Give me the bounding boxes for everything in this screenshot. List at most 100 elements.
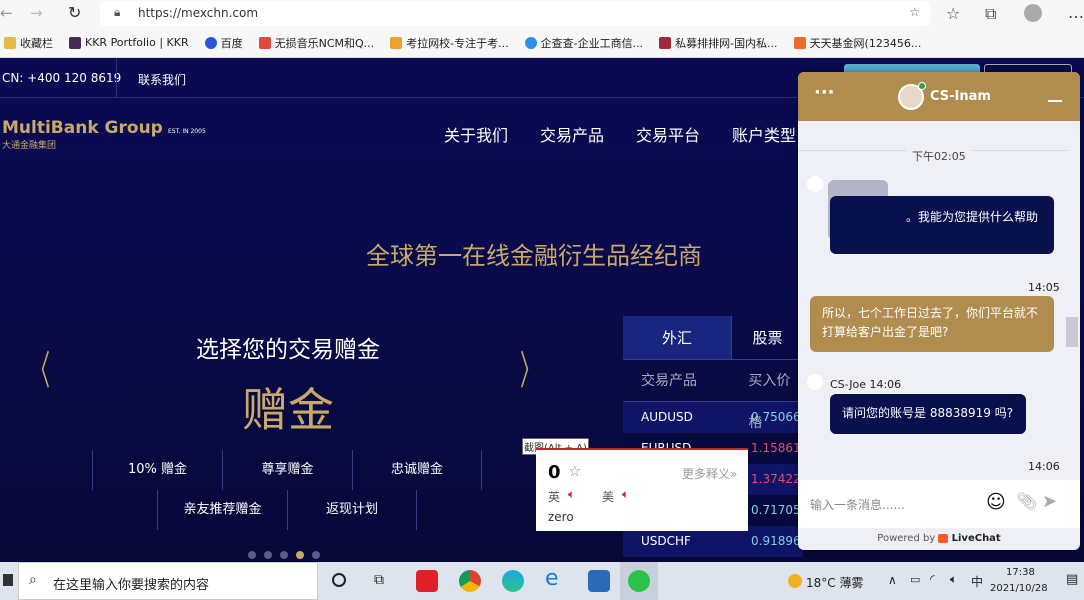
more-icon[interactable]: … [1068, 3, 1084, 22]
search-placeholder: 在这里输入你要搜索的内容 [53, 578, 210, 593]
menu-dots-icon[interactable]: ··· [814, 82, 835, 103]
option-premium[interactable]: 尊享赠金 [222, 450, 352, 490]
folder-icon [4, 36, 16, 49]
cortana-icon[interactable] [332, 573, 346, 587]
chrome-icon[interactable] [459, 570, 481, 592]
network-icon[interactable]: ▭ [910, 573, 920, 586]
speaker-us-icon[interactable]: 🔈︎ [622, 487, 629, 502]
nav-accounts[interactable]: 账户类型 [732, 126, 796, 145]
wechat-active[interactable] [620, 562, 658, 600]
slide-dot-active[interactable] [296, 551, 304, 559]
clock-date[interactable]: 2021/10/28 [990, 583, 1048, 594]
dictionary-popup: 0 ☆ 更多释义» 英 🔈︎ 美 🔈︎ zero [536, 448, 748, 531]
taskbar-search[interactable]: ⌕ 在这里输入你要搜索的内容 [18, 562, 318, 600]
powered-by[interactable]: Powered by LiveChat [798, 528, 1080, 544]
phone-number: CN: +400 120 8619 [2, 71, 122, 85]
youdao-icon[interactable] [416, 570, 438, 592]
start-icon[interactable] [3, 574, 13, 586]
message-time: 14:06 [1028, 460, 1060, 473]
back-icon[interactable]: ← [0, 4, 13, 22]
weather-icon [788, 574, 802, 588]
tab-stocks[interactable]: 股票 [731, 316, 803, 359]
agent-message: 。我能为您提供什么帮助 [830, 196, 1054, 254]
lock-icon: 🔒︎ [114, 5, 121, 19]
wifi-icon[interactable]: ◜ [930, 572, 935, 586]
favorites-icon[interactable]: ☆ [946, 4, 960, 23]
nav-products[interactable]: 交易产品 [540, 126, 604, 145]
attachment-icon[interactable]: 📎︎ [1016, 492, 1038, 512]
next-slide-arrow[interactable]: 〉 [520, 338, 540, 396]
nav-about[interactable]: 关于我们 [444, 126, 508, 145]
contact-link[interactable]: 联系我们 [138, 71, 186, 88]
bid-price: 1.15861 [751, 441, 801, 455]
livechat-brand: LiveChat [951, 533, 1001, 544]
tab-forex[interactable]: 外汇 [623, 316, 731, 359]
bookmark-koala[interactable]: 考拉网校-专注于考... [390, 35, 509, 51]
bid-price: 0.91896 [751, 534, 801, 548]
logo-text: MultiBank Group [2, 118, 163, 138]
edge-icon[interactable] [502, 570, 524, 592]
task-view-icon[interactable]: ⧉ [374, 572, 384, 588]
powered-by-text: Powered by [877, 533, 936, 544]
ime-indicator[interactable]: 中 [971, 573, 983, 590]
slide-dot[interactable] [312, 551, 320, 559]
taskbar: ⌕ 在这里输入你要搜索的内容 ⧉ e 18°C 薄雾 ∧ ▭ ◜ 🔈︎ 中 17… [0, 562, 1084, 600]
emoji-icon[interactable]: ☺ [986, 491, 1006, 513]
chat-scrollbar[interactable] [1066, 317, 1078, 347]
logo-est: EST. IN 2005 [167, 128, 206, 135]
option-10-percent[interactable]: 10% 赠金 [92, 450, 222, 490]
bookmark-kkr[interactable]: KKR Portfolio | KKR [69, 36, 189, 49]
notification-icon[interactable]: ▤ [1066, 572, 1078, 587]
quote-row[interactable]: AUDUSD 0.75066 [623, 402, 803, 433]
ie-icon[interactable]: e [545, 566, 567, 591]
star-icon[interactable]: ☆ [568, 462, 581, 480]
collections-icon[interactable]: ⧉ [985, 4, 996, 24]
photos-icon[interactable] [588, 570, 610, 592]
tray-chevron-icon[interactable]: ∧ [888, 573, 897, 587]
livechat-logo-icon [938, 533, 949, 543]
bookmark-label: 企查查-企业工商信... [540, 36, 644, 50]
prev-slide-arrow[interactable]: 〈 [30, 338, 50, 396]
volume-icon[interactable]: 🔈︎ [950, 572, 957, 587]
url-text: https://mexchn.com [138, 6, 259, 20]
message-input[interactable]: 输入一条消息...... [810, 496, 905, 513]
bookmark-simu[interactable]: 私募排排网-国内私... [659, 35, 778, 51]
option-referral[interactable]: 亲友推荐赠金 [157, 490, 287, 530]
speaker-uk-icon[interactable]: 🔈︎ [568, 487, 575, 502]
option-loyalty[interactable]: 忠诚赠金 [352, 450, 482, 490]
slide-dot[interactable] [248, 551, 256, 559]
send-icon[interactable]: ➤ [1042, 491, 1057, 512]
profile-avatar[interactable] [1024, 4, 1042, 22]
agent-avatar-small [807, 374, 823, 390]
address-bar[interactable]: 🔒︎ https://mexchn.com ☆ [100, 1, 930, 26]
forward-icon[interactable]: → [30, 4, 43, 22]
simu-icon [659, 36, 672, 49]
option-cashback[interactable]: 返现计划 [287, 490, 417, 530]
refresh-icon[interactable]: ↻ [68, 3, 81, 22]
koala-icon [390, 36, 403, 49]
bookmark-fund[interactable]: 天天基金网(123456... [793, 35, 921, 51]
bookmark-qichacha[interactable]: 企查查-企业工商信... [524, 35, 644, 51]
fund-icon [793, 36, 806, 49]
us-label: 美 [602, 490, 615, 504]
divider [116, 58, 117, 98]
logo-cn: 大通金融集团 [2, 141, 57, 151]
favorite-star-icon[interactable]: ☆ [909, 5, 920, 19]
slide-dot[interactable] [280, 551, 288, 559]
bookmark-folder[interactable]: 收藏栏 [4, 35, 53, 51]
search-icon: ⌕ [29, 572, 37, 588]
browser-toolbar: ← → ↻ 🔒︎ https://mexchn.com ☆ ☆ ⧉ … [0, 0, 1084, 28]
bookmark-ncm[interactable]: 无损音乐NCM和Q... [258, 35, 375, 51]
slide-dot[interactable] [264, 551, 272, 559]
chat-header: ··· CS-Inam [798, 72, 1080, 121]
logo[interactable]: MultiBank Group EST. IN 2005 大通金融集团 [2, 118, 206, 151]
bookmark-baidu[interactable]: 百度 [204, 35, 243, 51]
bid-price: 1.37422 [751, 472, 801, 486]
clock-time[interactable]: 17:38 [1006, 567, 1035, 578]
table-header: 交易产品 买入价格 [623, 360, 803, 431]
weather-text[interactable]: 18°C 薄雾 [806, 574, 863, 591]
more-definitions-link[interactable]: 更多释义» [682, 465, 737, 482]
bookmark-label: 无损音乐NCM和Q... [274, 36, 375, 50]
minimize-icon[interactable] [1048, 100, 1062, 102]
nav-platforms[interactable]: 交易平台 [636, 126, 700, 145]
